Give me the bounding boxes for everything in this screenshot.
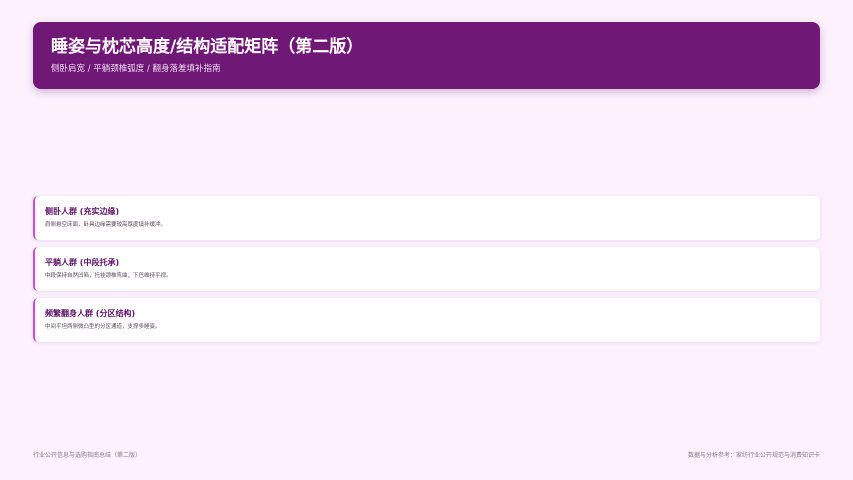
card-frequent-turner: 频繁翻身人群 (分区结构) 中间平坦两侧微凸型的分区通道，支撑多睡姿。 xyxy=(33,298,820,342)
card-title: 平躺人群 (中段托承) xyxy=(45,258,120,267)
card-description: 中间平坦两侧微凸型的分区通道，支撑多睡姿。 xyxy=(45,324,161,330)
card-title: 侧卧人群 (充实边缘) xyxy=(45,207,120,216)
page-subtitle: 侧卧肩宽 / 平躺颈椎弧度 / 翻身落差填补指南 xyxy=(51,64,221,74)
footer-reference-note: 数据与分析参考：家纺行业公开规范与消费知识卡 xyxy=(687,452,820,459)
card-back-sleeper: 平躺人群 (中段托承) 中段保持自然凹陷，托挂颈椎弯曲，下巴维持平视。 xyxy=(33,247,820,291)
card-description: 肩侧悬空床面，卧具边缘需要较高厚度填补缓冲。 xyxy=(45,222,167,228)
footer-source-note: 行业公开信息与选购指南总结（第二版） xyxy=(33,452,142,459)
card-list: 侧卧人群 (充实边缘) 肩侧悬空床面，卧具边缘需要较高厚度填补缓冲。 平躺人群 … xyxy=(33,196,820,349)
page-title: 睡姿与枕芯高度/结构适配矩阵（第二版） xyxy=(51,37,364,57)
card-title: 频繁翻身人群 (分区结构) xyxy=(45,309,136,318)
card-description: 中段保持自然凹陷，托挂颈椎弯曲，下巴维持平视。 xyxy=(45,273,172,279)
header-banner: 睡姿与枕芯高度/结构适配矩阵（第二版） 侧卧肩宽 / 平躺颈椎弧度 / 翻身落差… xyxy=(33,22,820,89)
card-side-sleeper: 侧卧人群 (充实边缘) 肩侧悬空床面，卧具边缘需要较高厚度填补缓冲。 xyxy=(33,196,820,240)
